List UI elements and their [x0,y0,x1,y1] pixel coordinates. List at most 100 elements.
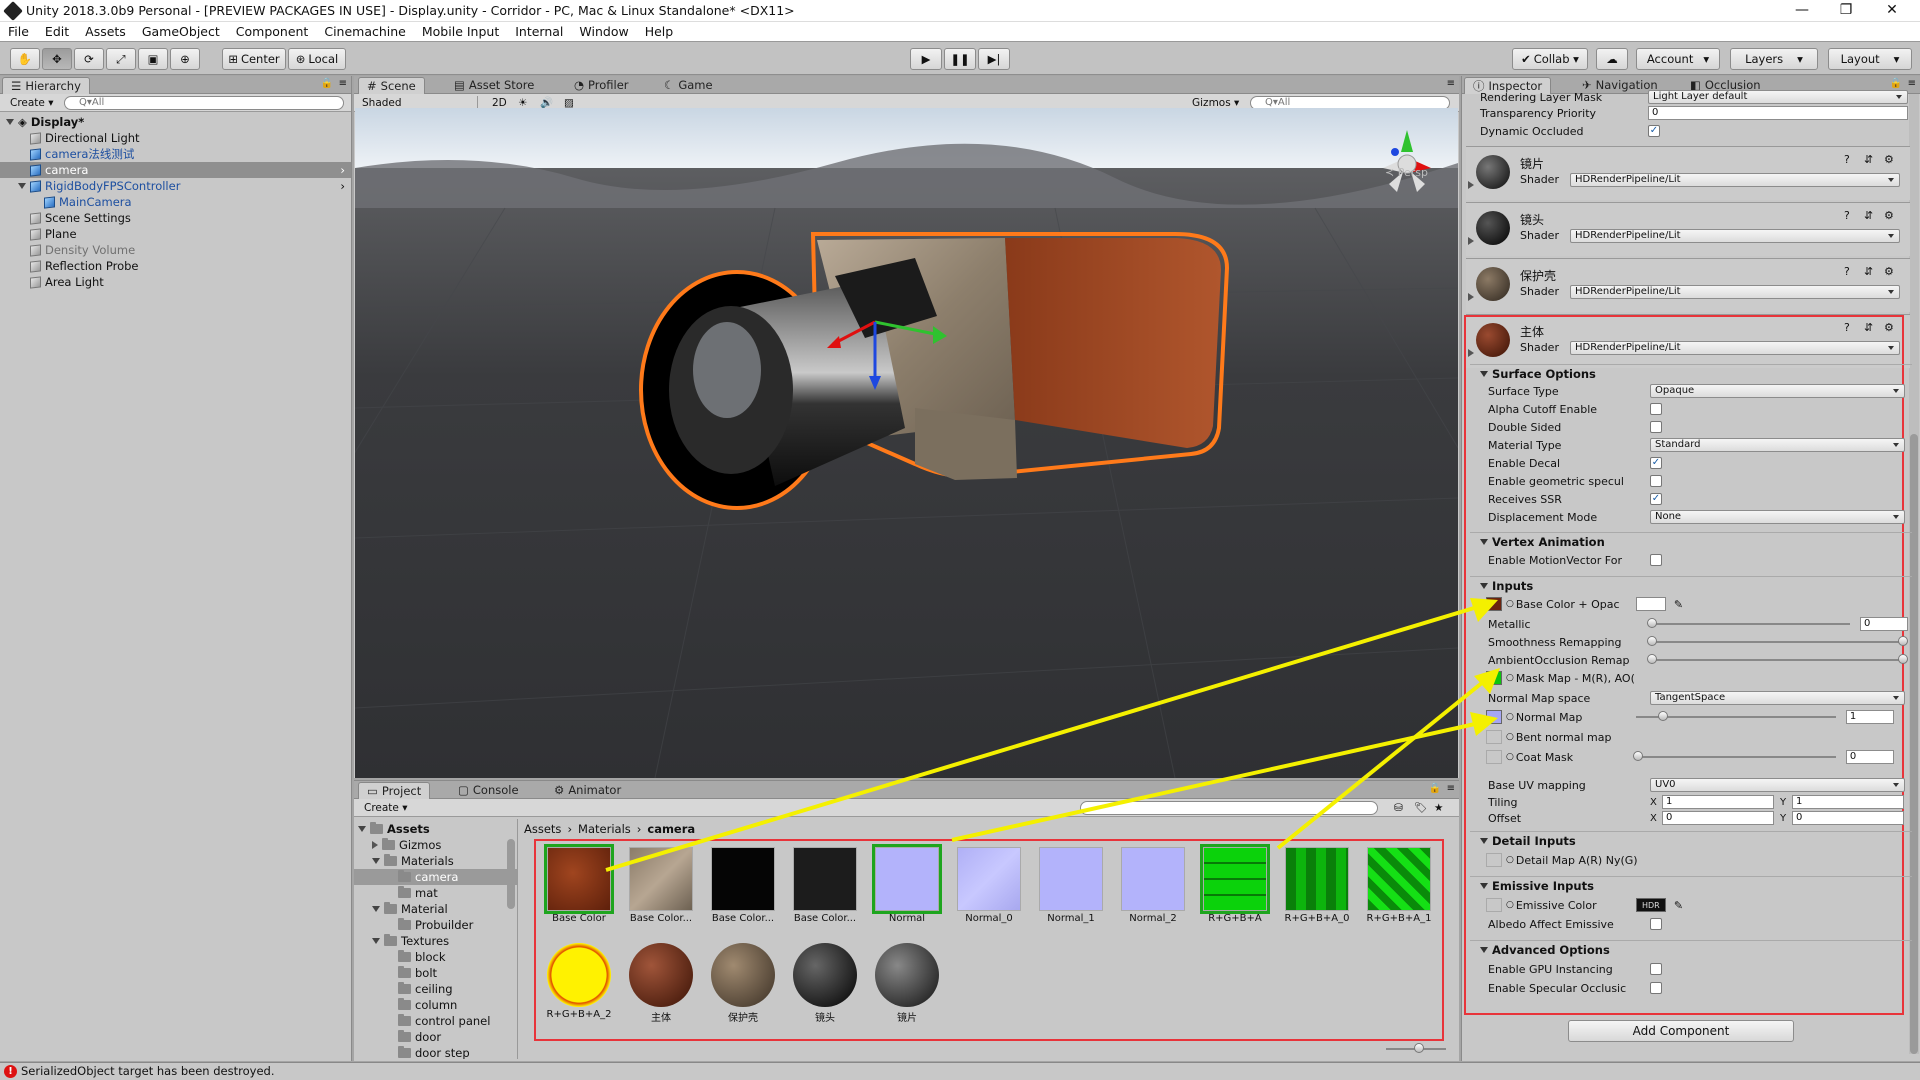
metallic-field[interactable]: 0 [1860,617,1908,631]
folder-tree-item[interactable]: camera [354,869,517,885]
offset-x-field[interactable]: 0 [1662,811,1774,825]
folder-tree-item[interactable]: Material [354,901,517,917]
preset-icon[interactable]: ⇵ [1864,265,1873,278]
gear-icon[interactable]: ⚙ [1884,153,1894,166]
advanced-options-header[interactable]: Advanced Options [1470,940,1912,958]
tab-asset-store[interactable]: ▤ Asset Store [446,77,542,94]
maximize-button[interactable]: ❐ [1826,0,1866,22]
lock-icon[interactable]: 🔒 [321,78,333,89]
folder-tree-item[interactable]: Assets [354,821,517,837]
hierarchy-item[interactable]: MainCamera [0,194,351,210]
asset-item[interactable]: 保护壳 [710,943,776,1024]
shader-dropdown[interactable]: HDRenderPipeline/Lit [1570,229,1900,243]
menu-internal[interactable]: Internal [507,24,571,39]
shader-dropdown[interactable]: HDRenderPipeline/Lit [1570,285,1900,299]
perspective-label[interactable]: ≺ Persp [1385,166,1428,179]
rect-tool-button[interactable]: ▣ [138,48,168,70]
ao-range-slider[interactable] [1647,654,1908,664]
folder-tree-item[interactable]: Textures [354,933,517,949]
hierarchy-item[interactable]: camera › [0,162,351,178]
surface-option-dropdown[interactable]: Opaque [1650,384,1905,398]
collab-button[interactable]: ✔ Collab ▾ [1512,48,1588,70]
tiling-x-field[interactable]: 1 [1662,795,1774,809]
folder-tree-item[interactable]: door [354,1029,517,1045]
emissive-hdr-swatch[interactable]: HDR [1635,898,1666,912]
expand-arrow-icon[interactable] [18,183,26,189]
menu-component[interactable]: Component [228,24,317,39]
menu-icon[interactable]: ≡ [1447,78,1455,89]
eyedropper-icon[interactable]: ✎ [1674,598,1683,611]
status-bar[interactable]: ! SerializedObject target has been destr… [0,1062,1920,1080]
menu-icon[interactable]: ≡ [1908,78,1916,89]
pivot-local-button[interactable]: ⊛ Local [288,48,346,70]
move-tool-button[interactable]: ✥ [42,48,72,70]
bent-normal-texture-slot[interactable] [1486,730,1502,744]
scale-tool-button[interactable]: ⤢ [106,48,136,70]
menu-gameobject[interactable]: GameObject [134,24,228,39]
prefab-open-icon[interactable]: › [340,162,345,178]
asset-item[interactable]: R+G+B+A_1 [1366,847,1432,924]
object-picker-icon[interactable]: ○ [1506,732,1514,742]
expand-arrow-icon[interactable] [6,119,14,125]
collapse-arrow-icon[interactable] [372,841,378,849]
menu-cinemachine[interactable]: Cinemachine [316,24,414,39]
folder-tree-item[interactable]: block [354,949,517,965]
asset-item[interactable]: Base Color... [710,847,776,924]
surface-option-checkbox[interactable] [1650,421,1662,433]
folder-tree-item[interactable]: Materials [354,853,517,869]
hierarchy-item[interactable]: Area Light [0,274,351,290]
preset-icon[interactable]: ⇵ [1864,153,1873,166]
asset-item[interactable]: Normal_1 [1038,847,1104,924]
dynamic-occluded-checkbox[interactable]: ✓ [1648,125,1660,137]
hierarchy-item[interactable]: RigidBodyFPSController › [0,178,351,194]
mask-map-texture-slot[interactable] [1486,671,1502,685]
menu-icon[interactable]: ≡ [1447,783,1455,794]
asset-item[interactable]: R+G+B+A_0 [1284,847,1350,924]
asset-item[interactable]: R+G+B+A_2 [546,943,612,1020]
normal-scale-field[interactable]: 1 [1845,710,1894,724]
ao-min-knob[interactable] [1647,654,1657,664]
base-uv-dropdown[interactable]: UV0 [1650,778,1905,792]
coat-mask-slider[interactable] [1632,751,1836,761]
menu-help[interactable]: Help [637,24,682,39]
account-dropdown[interactable]: Account ▾ [1636,48,1720,70]
asset-item[interactable]: Normal [872,844,942,924]
rendering-layer-mask-dropdown[interactable]: Light Layer default [1648,90,1908,104]
material-preview[interactable] [1476,211,1510,245]
normal-scale-knob[interactable] [1657,711,1668,721]
surface-option-checkbox[interactable]: ✓ [1650,493,1662,505]
tab-scene[interactable]: # Scene [358,77,425,94]
detail-map-texture-slot[interactable] [1486,853,1502,867]
preset-icon[interactable]: ⇵ [1864,209,1873,222]
normal-map-texture-slot[interactable] [1486,710,1502,724]
prefab-open-icon[interactable]: › [340,178,345,194]
surface-option-checkbox[interactable] [1650,475,1662,487]
folder-tree-item[interactable]: control panel [354,1013,517,1029]
surface-option-dropdown[interactable]: Standard [1650,438,1905,452]
ao-max-knob[interactable] [1898,654,1908,664]
foldout-arrow-icon[interactable] [1468,237,1474,245]
layout-dropdown[interactable]: Layout ▾ [1828,48,1912,70]
expand-arrow-icon[interactable] [372,938,380,944]
object-picker-icon[interactable]: ○ [1506,712,1514,722]
menu-mobile-input[interactable]: Mobile Input [414,24,507,39]
asset-item[interactable]: Normal_0 [956,847,1022,924]
material-preview[interactable] [1476,267,1510,301]
shader-dropdown[interactable]: HDRenderPipeline/Lit [1570,173,1900,187]
close-button[interactable]: ✕ [1872,0,1912,22]
hierarchy-item[interactable]: Density Volume [0,242,351,258]
gpu-instancing-checkbox[interactable] [1650,963,1662,975]
folder-tree-item[interactable]: Probuilder [354,917,517,933]
help-icon[interactable]: ? [1844,265,1850,278]
folder-tree-item[interactable]: column [354,997,517,1013]
folder-tree-item[interactable]: door step [354,1045,517,1059]
hierarchy-item[interactable]: camera法线测试 [0,146,351,162]
folder-tree-scrollbar[interactable] [507,839,515,909]
coat-mask-texture-slot[interactable] [1486,750,1502,764]
normal-map-space-dropdown[interactable]: TangentSpace [1650,691,1905,705]
folder-tree-item[interactable]: Gizmos [354,837,517,853]
transparency-priority-field[interactable]: 0 [1648,106,1908,120]
pivot-center-button[interactable]: ⊞ Center [222,48,286,70]
surface-option-dropdown[interactable]: None [1650,510,1905,524]
hierarchy-item[interactable]: Directional Light [0,130,351,146]
